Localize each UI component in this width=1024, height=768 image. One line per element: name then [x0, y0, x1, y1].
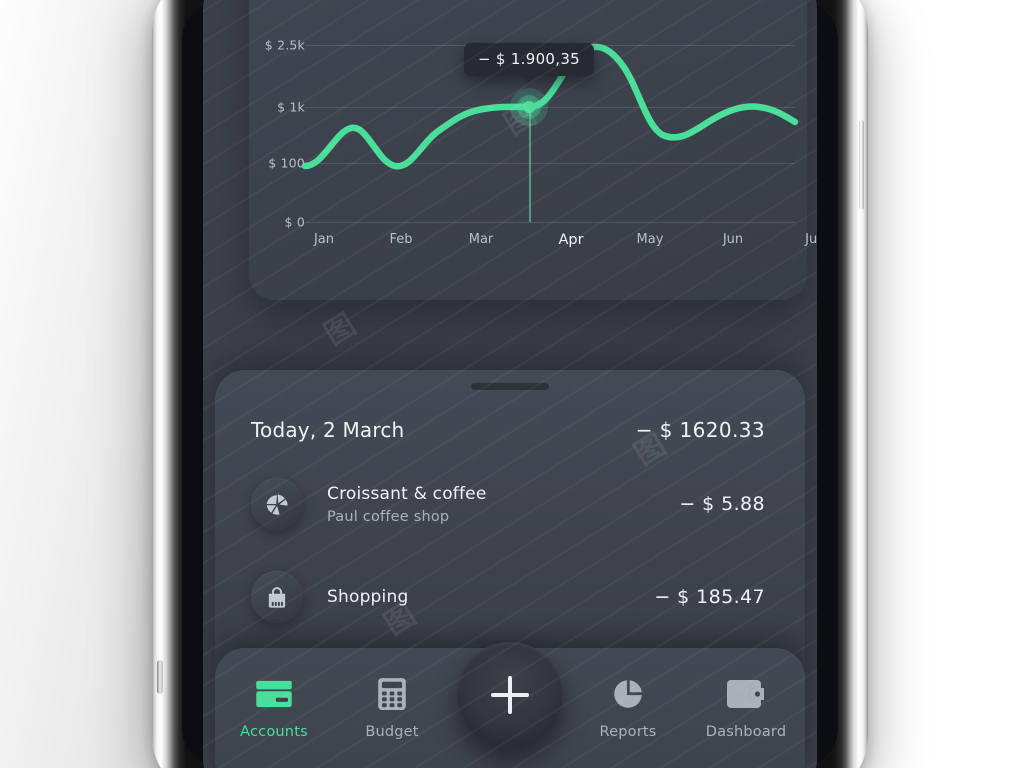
calculator-icon: [378, 678, 406, 710]
tab-icon-wrap: [377, 676, 407, 712]
sheet-drag-handle[interactable]: [471, 383, 549, 390]
croissant-icon: [266, 494, 288, 515]
x-tick-label-mar[interactable]: Mar: [469, 232, 494, 247]
phone-volume-button[interactable]: [859, 120, 864, 210]
balance-chart-card: $ 1.500,00 $ 2.5k $ 1k $ 100 $ 0: [249, 0, 817, 300]
chart-marker-dot[interactable]: [523, 101, 535, 113]
tab-icon-wrap: [255, 676, 293, 712]
tab-label-reports: Reports: [599, 724, 657, 740]
transaction-amount: − $ 5.88: [679, 493, 765, 515]
tab-label-budget: Budget: [365, 724, 419, 740]
x-tick-label-feb[interactable]: Feb: [389, 232, 412, 247]
transactions-day-total: − $ 1620.33: [635, 418, 765, 442]
y-tick-label: $ 0: [284, 214, 305, 230]
watermark-text: 图: [318, 305, 366, 353]
transactions-day-label: Today, 2 March: [251, 418, 405, 442]
transactions-sheet: Today, 2 March − $ 1620.33 Croissant & c…: [215, 370, 805, 670]
tab-label-dashboard: Dashboard: [705, 724, 787, 740]
transaction-amount: − $ 185.47: [654, 586, 765, 608]
transaction-meta: Shopping: [327, 587, 654, 607]
transaction-meta: Croissant & coffee Paul coffee shop: [327, 484, 679, 525]
x-tick-label-may[interactable]: May: [637, 232, 664, 247]
x-tick-label-jan[interactable]: Jan: [314, 232, 334, 247]
chart-x-axis: Jan Feb Mar Apr May Jun Jul: [305, 232, 817, 252]
pie-chart-icon: [614, 680, 642, 708]
bottom-tab-bar: Accounts Budget Reports Dashboard: [215, 642, 805, 768]
x-tick-label-jun[interactable]: Jun: [723, 232, 743, 247]
tab-label-accounts: Accounts: [240, 724, 308, 740]
tab-icon-wrap: [611, 676, 645, 712]
x-tick-label-apr[interactable]: Apr: [558, 232, 583, 248]
credit-card-icon: [256, 680, 292, 708]
chart-value-tooltip: − $ 1.900,35: [463, 43, 595, 83]
y-tick-label: $ 100: [268, 155, 305, 171]
y-tick-label: $ 2.5k: [264, 37, 305, 53]
phone-side-button[interactable]: [157, 660, 163, 694]
screenshot-stage: $ 1.500,00 $ 2.5k $ 1k $ 100 $ 0: [0, 0, 1024, 768]
add-transaction-button[interactable]: [457, 642, 563, 748]
tab-budget[interactable]: Budget: [333, 676, 451, 740]
transaction-avatar: [251, 571, 303, 623]
phone-screen: $ 1.500,00 $ 2.5k $ 1k $ 100 $ 0: [203, 0, 817, 768]
transaction-row[interactable]: Croissant & coffee Paul coffee shop − $ …: [251, 478, 765, 530]
transaction-avatar: [251, 478, 303, 530]
transaction-name: Croissant & coffee: [327, 483, 487, 504]
balance-line-chart[interactable]: $ 2.5k $ 1k $ 100 $ 0 − $ 1.900,35 Jan F…: [265, 36, 817, 249]
tab-icon-wrap: [727, 676, 765, 712]
transactions-day-header: Today, 2 March − $ 1620.33: [251, 418, 765, 442]
wallet-icon: [727, 680, 764, 708]
chart-y-axis: $ 2.5k $ 1k $ 100 $ 0: [253, 36, 309, 230]
transaction-row[interactable]: Shopping − $ 185.47: [251, 571, 765, 623]
x-tick-label-jul[interactable]: Jul: [805, 232, 817, 247]
shopping-bag-icon: [268, 587, 286, 608]
plus-icon: [491, 676, 529, 714]
tab-dashboard[interactable]: Dashboard: [687, 676, 805, 740]
tab-reports[interactable]: Reports: [569, 676, 687, 740]
transaction-subtitle: Paul coffee shop: [327, 508, 450, 525]
y-tick-label: $ 1k: [277, 99, 305, 115]
tab-accounts[interactable]: Accounts: [215, 676, 333, 740]
transaction-name: Shopping: [327, 587, 409, 607]
